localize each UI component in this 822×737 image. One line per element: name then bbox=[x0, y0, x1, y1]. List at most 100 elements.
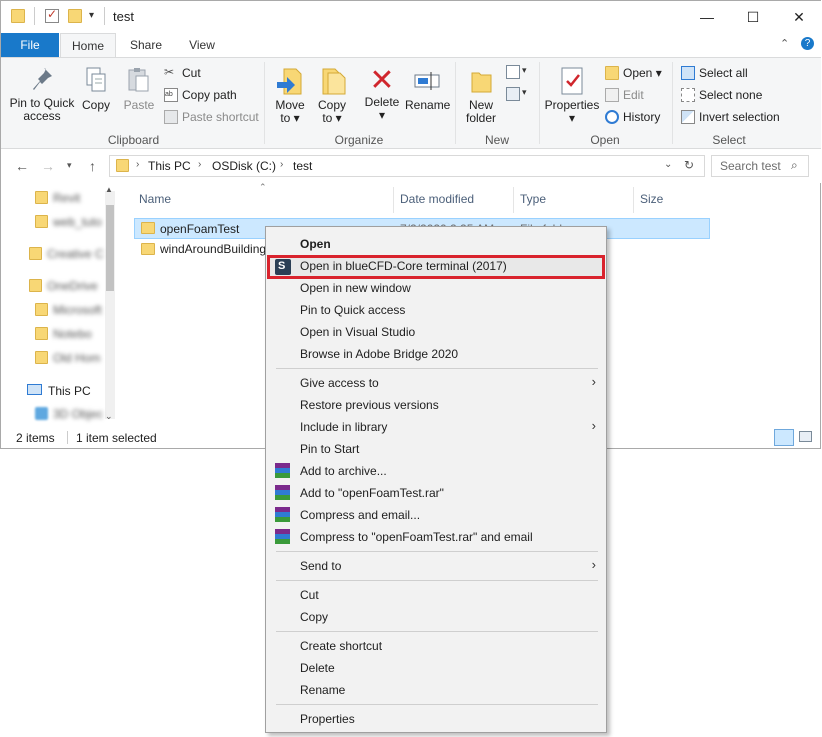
edit-icon bbox=[605, 88, 619, 102]
menu-item-open-new-window[interactable]: Open in new window bbox=[300, 281, 411, 295]
group-separator bbox=[264, 62, 265, 144]
history-icon bbox=[605, 110, 619, 124]
refresh-icon[interactable]: ↻ bbox=[684, 158, 694, 172]
move-to-button[interactable]: Move to ▾ bbox=[271, 66, 309, 125]
move-to-label-2: to ▾ bbox=[280, 111, 300, 125]
rename-icon bbox=[414, 72, 440, 90]
menu-item-compress-rar-email[interactable]: Compress to "openFoamTest.rar" and email bbox=[300, 530, 533, 544]
ribbon-home: Pin to Quick access Copy Paste ✂ Cut ab bbox=[1, 57, 821, 149]
properties-quick-icon[interactable]: ✓ bbox=[45, 7, 59, 23]
column-header-size[interactable]: Size bbox=[640, 192, 663, 206]
group-label-new: New bbox=[484, 133, 509, 147]
back-arrow-icon[interactable]: ← bbox=[15, 158, 29, 174]
minimize-button[interactable]: — bbox=[684, 1, 730, 33]
pin-icon bbox=[33, 68, 52, 90]
properties-button[interactable]: Properties ▾ bbox=[543, 66, 601, 125]
winrar-icon bbox=[275, 507, 290, 522]
search-icon: ⌕ bbox=[791, 158, 798, 172]
menu-item-open[interactable]: Open bbox=[300, 237, 331, 251]
delete-button[interactable]: ✕ Delete ▾ bbox=[361, 66, 403, 122]
new-folder-button[interactable]: New folder bbox=[461, 66, 501, 125]
new-folder-quick-icon[interactable] bbox=[68, 9, 82, 23]
folder-icon bbox=[35, 327, 48, 340]
address-bar[interactable]: › This PC › OSDisk (C:) › test ⌄ ↻ bbox=[109, 155, 705, 177]
menu-item-browse-adobe-bridge[interactable]: Browse in Adobe Bridge 2020 bbox=[300, 347, 458, 361]
new-item-dropdown-icon[interactable]: ▾ bbox=[522, 65, 527, 76]
column-header-name[interactable]: Name bbox=[139, 192, 171, 206]
recent-locations-icon[interactable]: ▾ bbox=[67, 160, 72, 171]
menu-item-give-access[interactable]: Give access to bbox=[300, 376, 379, 390]
new-folder-icon bbox=[471, 72, 492, 93]
menu-item-delete[interactable]: Delete bbox=[300, 661, 335, 675]
address-dropdown-icon[interactable]: ⌄ bbox=[664, 159, 672, 170]
maximize-button[interactable]: ☐ bbox=[730, 1, 776, 33]
sort-up-icon: ⌃ bbox=[259, 182, 267, 192]
menu-item-restore-previous[interactable]: Restore previous versions bbox=[300, 398, 439, 412]
delete-x-icon: ✕ bbox=[369, 64, 395, 97]
column-divider[interactable] bbox=[633, 187, 634, 213]
breadcrumb-osdisk[interactable]: OSDisk (C:) bbox=[212, 159, 276, 173]
group-label-open: Open bbox=[590, 133, 620, 147]
copy-button[interactable]: Copy bbox=[79, 66, 113, 112]
menu-item-copy[interactable]: Copy bbox=[300, 610, 328, 624]
menu-item-add-archive[interactable]: Add to archive... bbox=[300, 464, 387, 478]
collapse-ribbon-icon[interactable]: ⌃ bbox=[780, 37, 789, 50]
scroll-up-icon[interactable]: ▲ bbox=[105, 185, 113, 194]
menu-item-send-to[interactable]: Send to bbox=[300, 559, 341, 573]
large-icons-view-icon[interactable] bbox=[799, 431, 812, 442]
divider bbox=[104, 7, 105, 25]
column-divider[interactable] bbox=[513, 187, 514, 213]
properties-icon bbox=[561, 67, 583, 95]
forward-arrow-icon[interactable]: → bbox=[41, 158, 55, 174]
menu-item-open-bluecfd[interactable]: Open in blueCFD-Core terminal (2017) bbox=[300, 259, 507, 273]
open-label: Open ▾ bbox=[623, 66, 662, 80]
nav-item-label: Creative C bbox=[47, 247, 104, 261]
menu-item-create-shortcut[interactable]: Create shortcut bbox=[300, 639, 382, 653]
breadcrumb-this-pc[interactable]: This PC bbox=[148, 159, 191, 173]
tab-view[interactable]: View bbox=[179, 33, 225, 57]
close-button[interactable]: ✕ bbox=[776, 1, 822, 33]
bluecfd-icon: S bbox=[275, 259, 291, 275]
tab-home[interactable]: Home bbox=[60, 33, 116, 57]
easy-access-icon[interactable] bbox=[506, 87, 520, 101]
new-item-icon[interactable] bbox=[506, 65, 520, 79]
winrar-icon bbox=[275, 485, 290, 500]
pin-label-2: access bbox=[23, 109, 61, 123]
nav-scrollbar-thumb[interactable] bbox=[106, 205, 114, 291]
details-view-icon[interactable] bbox=[774, 429, 794, 446]
column-header-date[interactable]: Date modified bbox=[400, 192, 474, 206]
chevron-right-icon[interactable]: › bbox=[280, 159, 283, 170]
chevron-right-icon[interactable]: › bbox=[136, 159, 139, 170]
menu-item-include-library[interactable]: Include in library bbox=[300, 420, 387, 434]
file-name[interactable]: windAroundBuilding bbox=[160, 242, 266, 256]
folder-icon bbox=[35, 351, 48, 364]
menu-item-pin-start[interactable]: Pin to Start bbox=[300, 442, 359, 456]
copy-path-label: Copy path bbox=[182, 88, 237, 102]
menu-item-open-visual-studio[interactable]: Open in Visual Studio bbox=[300, 325, 415, 339]
easy-access-dropdown-icon[interactable]: ▾ bbox=[522, 87, 527, 98]
paste-button[interactable]: Paste bbox=[119, 66, 159, 112]
menu-item-compress-email[interactable]: Compress and email... bbox=[300, 508, 420, 522]
rename-label: Rename bbox=[405, 98, 451, 112]
chevron-right-icon[interactable]: › bbox=[198, 159, 201, 170]
menu-item-cut[interactable]: Cut bbox=[300, 588, 319, 602]
menu-item-pin-quick-access[interactable]: Pin to Quick access bbox=[300, 303, 405, 317]
tab-file[interactable]: File bbox=[1, 33, 59, 57]
customize-toolbar-icon[interactable]: ▾ bbox=[89, 10, 94, 21]
menu-item-rename[interactable]: Rename bbox=[300, 683, 345, 697]
pin-quick-access-button[interactable]: Pin to Quick access bbox=[7, 66, 77, 123]
breadcrumb-test[interactable]: test bbox=[293, 159, 312, 173]
file-name[interactable]: openFoamTest bbox=[160, 222, 239, 236]
menu-item-add-rar[interactable]: Add to "openFoamTest.rar" bbox=[300, 486, 444, 500]
column-divider[interactable] bbox=[393, 187, 394, 213]
rename-button[interactable]: Rename bbox=[405, 66, 451, 112]
scroll-down-icon[interactable]: ⌄ bbox=[105, 411, 113, 422]
chevron-right-icon: › bbox=[591, 374, 596, 389]
copy-to-button[interactable]: Copy to ▾ bbox=[313, 66, 351, 125]
status-selected: 1 item selected bbox=[76, 431, 157, 445]
help-icon[interactable]: ? bbox=[801, 37, 814, 50]
column-header-type[interactable]: Type bbox=[520, 192, 546, 206]
up-arrow-icon[interactable]: ↑ bbox=[89, 158, 96, 174]
menu-item-properties[interactable]: Properties bbox=[300, 712, 355, 726]
tab-share[interactable]: Share bbox=[123, 33, 169, 57]
